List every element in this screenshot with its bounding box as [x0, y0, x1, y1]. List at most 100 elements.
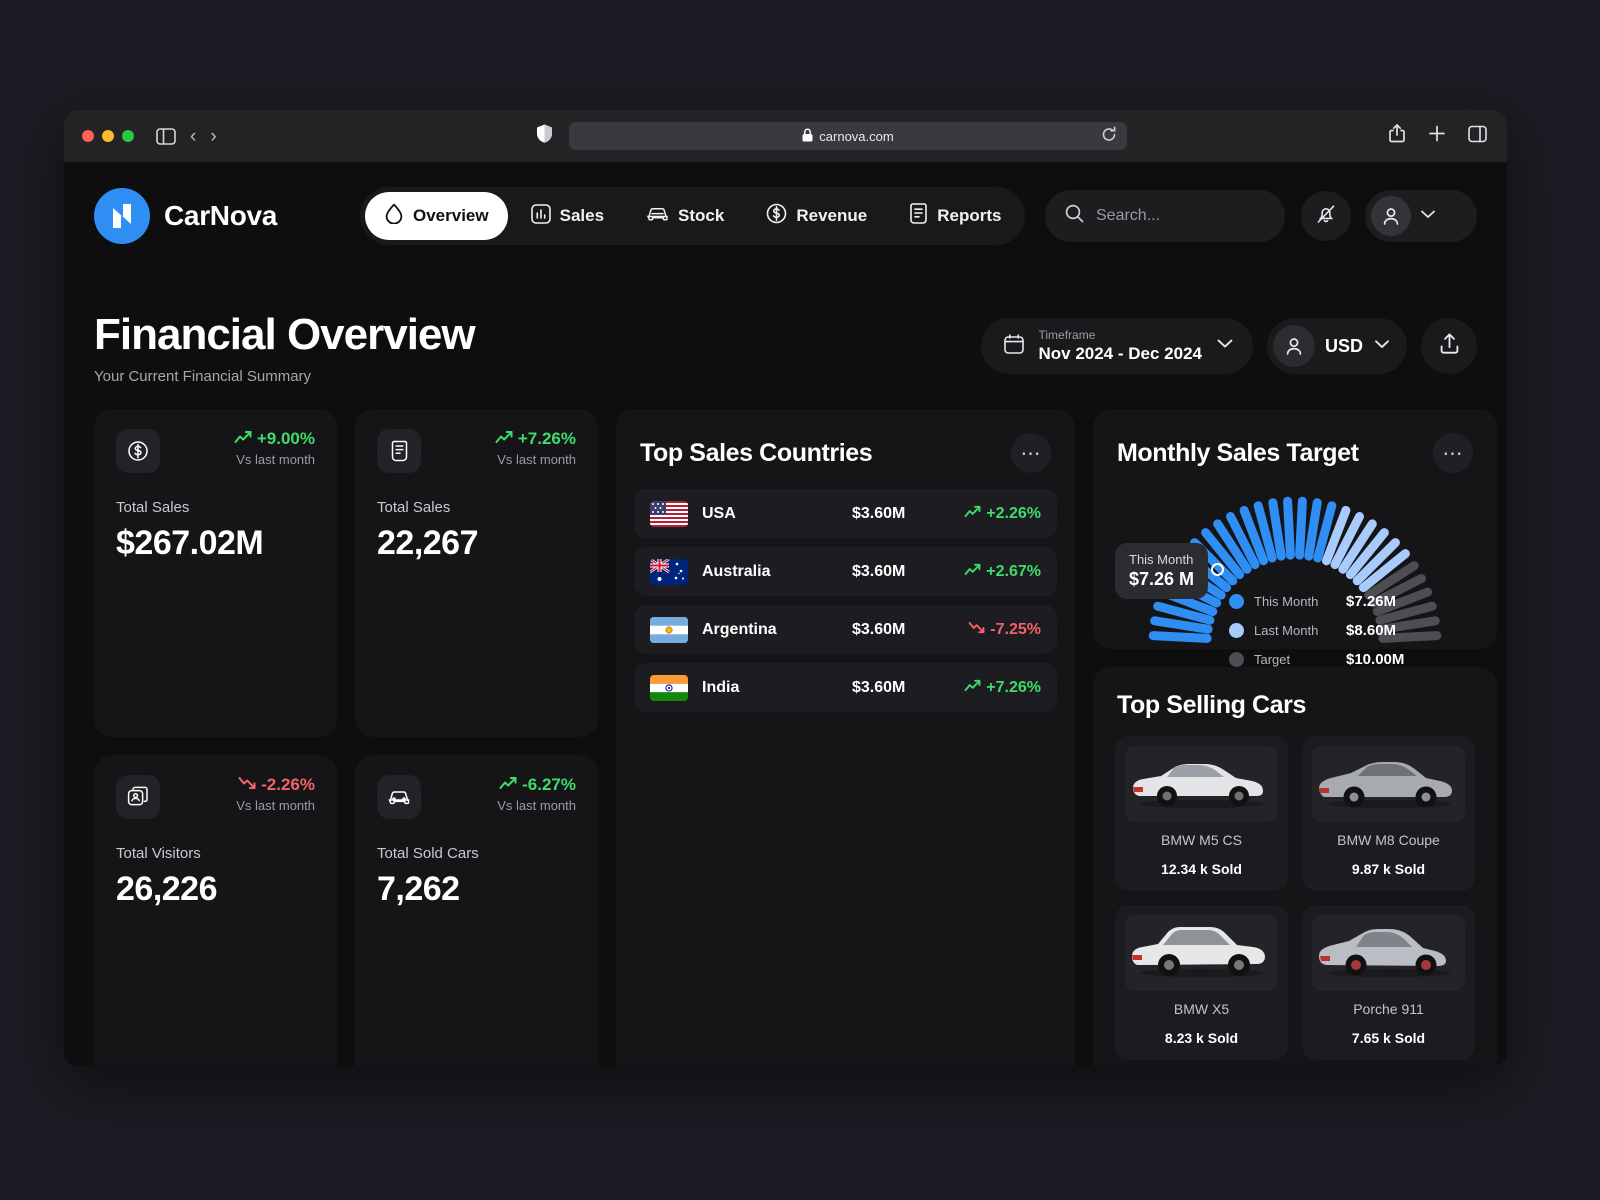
receipt-icon: [377, 429, 421, 474]
top-selling-cars-card: Top Selling Cars BMW M5 CS 12.34 k Sold: [1093, 667, 1497, 1066]
dashboard-app: CarNova Overview Sales Stock Revenue Rep…: [64, 162, 1507, 1066]
shield-icon[interactable]: [536, 124, 553, 149]
minimize-window-button[interactable]: [102, 130, 114, 142]
country-value: $3.60M: [852, 620, 906, 638]
kpi-delta-value: -6.27%: [522, 774, 576, 794]
address-bar[interactable]: carnova.com: [569, 122, 1127, 150]
close-window-button[interactable]: [82, 130, 94, 142]
notifications-button[interactable]: [1301, 191, 1351, 241]
australia-flag: [650, 558, 688, 585]
tab-reports[interactable]: Reports: [890, 192, 1020, 240]
currency-value: USD: [1324, 335, 1363, 356]
list-item[interactable]: Argentina $3.60M -7.25%: [634, 605, 1057, 655]
kpi-card-total-sales-amount: +9.00% Vs last month Total Sales $267.02…: [94, 409, 337, 737]
legend-dot: [1229, 652, 1244, 668]
window-controls[interactable]: [82, 130, 134, 142]
country-value: $3.60M: [852, 504, 906, 522]
kpi-delta-value: +7.26%: [517, 429, 576, 449]
trend-down-icon: [238, 775, 256, 795]
search-input[interactable]: Search...: [1045, 190, 1285, 242]
home-icon: [384, 203, 404, 229]
car-card[interactable]: BMW M8 Coupe 9.87 k Sold: [1302, 736, 1475, 892]
list-item[interactable]: Australia $3.60M +2.67%: [634, 547, 1057, 597]
browser-chrome: ‹ › carnova.com: [64, 110, 1507, 162]
gauge-legend: This Month $7.26M Last Month $8.60M Targ…: [1229, 593, 1404, 668]
page-title: Financial Overview: [94, 310, 476, 359]
trend-down-icon: [968, 621, 985, 639]
country-value: $3.60M: [852, 562, 906, 580]
kpi-delta: +9.00%: [234, 429, 315, 449]
dashboard-grid: +9.00% Vs last month Total Sales $267.02…: [64, 385, 1507, 1066]
trend-up-icon: [964, 505, 981, 523]
country-name: Argentina: [702, 620, 777, 638]
page-title-row: Financial Overview Your Current Financia…: [64, 270, 1507, 385]
country-name: Australia: [702, 562, 771, 580]
card-title: Top Sales Countries: [640, 438, 873, 467]
list-item[interactable]: India $3.60M +7.26%: [634, 663, 1057, 713]
user-menu[interactable]: [1365, 190, 1477, 242]
kpi-vs-label: Vs last month: [497, 452, 576, 468]
calendar-icon: [1003, 333, 1025, 360]
country-delta: -7.25%: [968, 621, 1041, 639]
car-name: BMW M5 CS: [1161, 832, 1242, 849]
badge-label: This Month: [1129, 552, 1194, 568]
timeframe-value: Nov 2024 - Dec 2024: [1038, 343, 1202, 363]
kpi-delta-value: -2.26%: [261, 774, 315, 794]
car-name: BMW X5: [1173, 1001, 1230, 1018]
bar-chart-icon: [530, 203, 551, 229]
trend-up-icon: [495, 429, 513, 449]
browser-window: ‹ › carnova.com CarNova Overview Sales S…: [64, 110, 1507, 1066]
country-value: $3.60M: [852, 678, 906, 696]
trend-up-icon: [234, 429, 252, 449]
avatar: [1371, 196, 1411, 236]
car-image: [1125, 746, 1278, 823]
car-name: Porche 911: [1353, 1001, 1424, 1018]
car-sold: 7.65 k Sold: [1351, 1030, 1426, 1047]
reload-icon[interactable]: [1101, 126, 1117, 146]
more-horizontal-icon[interactable]: ⋯: [1011, 433, 1051, 474]
chevron-down-icon: [1419, 207, 1437, 225]
usa-flag: [650, 500, 688, 527]
dollar-circle-icon: [116, 429, 160, 474]
share-icon[interactable]: [1388, 124, 1406, 149]
user-icon: [1272, 325, 1315, 367]
sidebar-icon[interactable]: [156, 127, 176, 145]
dollar-circle-icon: [766, 203, 787, 229]
bell-off-icon: [1315, 203, 1337, 230]
india-flag: [650, 674, 688, 701]
export-button[interactable]: [1421, 318, 1477, 374]
tabs-icon[interactable]: [1468, 125, 1487, 147]
back-icon[interactable]: ‹: [190, 127, 196, 146]
page-subtitle: Your Current Financial Summary: [94, 368, 312, 386]
timeframe-label: Timeframe: [1038, 327, 1096, 342]
car-card[interactable]: BMW X5 8.23 k Sold: [1115, 905, 1288, 1061]
tab-label: Revenue: [796, 206, 868, 225]
list-item[interactable]: USA $3.60M +2.26%: [634, 489, 1057, 539]
tab-stock[interactable]: Stock: [627, 194, 743, 238]
brand[interactable]: CarNova: [94, 188, 277, 244]
tab-revenue[interactable]: Revenue: [747, 192, 886, 240]
lock-icon: [802, 128, 813, 145]
kpi-label: Total Sold Cars: [377, 844, 479, 862]
kpi-card-total-visitors: -2.26% Vs last month Total Visitors 26,2…: [94, 754, 337, 1066]
tab-overview[interactable]: Overview: [365, 192, 508, 240]
car-sold: 9.87 k Sold: [1351, 861, 1426, 878]
card-title: Top Selling Cars: [1117, 691, 1306, 720]
country-name: USA: [702, 504, 736, 522]
legend-dot: [1229, 623, 1244, 639]
tab-sales[interactable]: Sales: [512, 193, 623, 240]
maximize-window-button[interactable]: [122, 130, 134, 142]
car-card[interactable]: Porche 911 7.65 k Sold: [1302, 905, 1475, 1061]
kpi-vs-label: Vs last month: [236, 797, 315, 813]
legend-value: $8.60M: [1346, 622, 1397, 640]
forward-icon[interactable]: ›: [210, 127, 216, 146]
cars-grid: BMW M5 CS 12.34 k Sold BMW M8 Coupe 9.87…: [1093, 720, 1497, 1066]
country-name: India: [702, 678, 740, 696]
plus-icon[interactable]: [1428, 125, 1446, 148]
country-delta-value: +2.26%: [986, 504, 1041, 522]
timeframe-selector[interactable]: Timeframe Nov 2024 - Dec 2024: [981, 318, 1253, 374]
currency-selector[interactable]: USD: [1266, 318, 1407, 374]
legend-value: $7.26M: [1346, 593, 1397, 611]
argentina-flag: [650, 616, 688, 643]
car-card[interactable]: BMW M5 CS 12.34 k Sold: [1115, 736, 1288, 892]
